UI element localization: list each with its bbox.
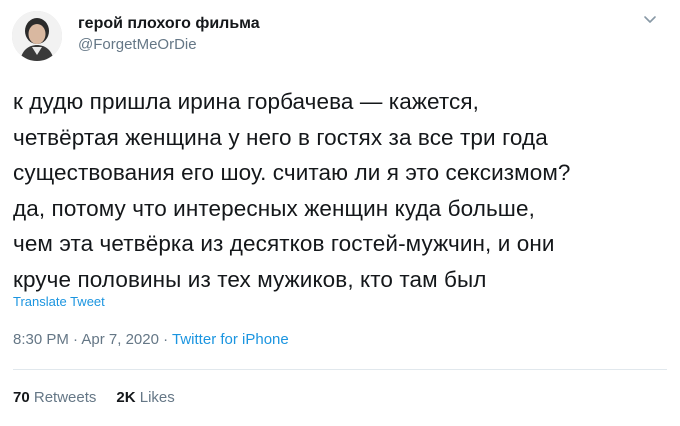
retweets-stat[interactable]: 70 Retweets [13,389,96,406]
author-name[interactable]: герой плохого фильма [78,14,260,34]
tweet-text-line: к дудю пришла ирина горбачева — кажется, [13,89,480,114]
divider [13,369,667,370]
meta-separator: · [68,331,82,348]
author-handle[interactable]: @ForgetMeOrDie [78,36,197,54]
tweet-text-line: да, потому что интересных женщин куда бо… [13,195,535,221]
tweet-text: к дудю пришла ирина горбачева — кажется,… [13,84,673,297]
tweet-date[interactable]: Apr 7, 2020 [81,331,159,348]
avatar[interactable] [12,11,62,61]
likes-label: Likes [139,389,175,406]
tweet-text-line: существования его шоу. считаю ли я это с… [13,160,571,185]
tweet-text-line: круче половины из тех мужиков, кто там б… [13,266,487,292]
retweets-count: 70 [13,389,30,406]
tweet-metadata: 8:30 PM · Apr 7, 2020 · Twitter for iPho… [13,330,289,350]
avatar-photo [12,11,62,61]
tweet-card: герой плохого фильма @ForgetMeOrDie к ду… [0,0,680,426]
tweet-text-line: четвёртая женщина у него в гостях за все… [13,124,548,150]
meta-separator: · [158,331,173,348]
tweet-time[interactable]: 8:30 PM [13,331,69,348]
translate-tweet-link[interactable]: Translate Tweet [13,294,105,310]
likes-count: 2K [116,389,136,406]
likes-stat[interactable]: 2K Likes [116,389,174,406]
tweet-stats: 70 Retweets 2K Likes [13,388,175,408]
tweet-source-link[interactable]: Twitter for iPhone [172,331,289,348]
chevron-down-icon[interactable] [640,10,660,30]
tweet-text-line: чем эта четвёрка из десятков гостей-мужч… [13,231,555,256]
retweets-label: Retweets [33,389,97,406]
